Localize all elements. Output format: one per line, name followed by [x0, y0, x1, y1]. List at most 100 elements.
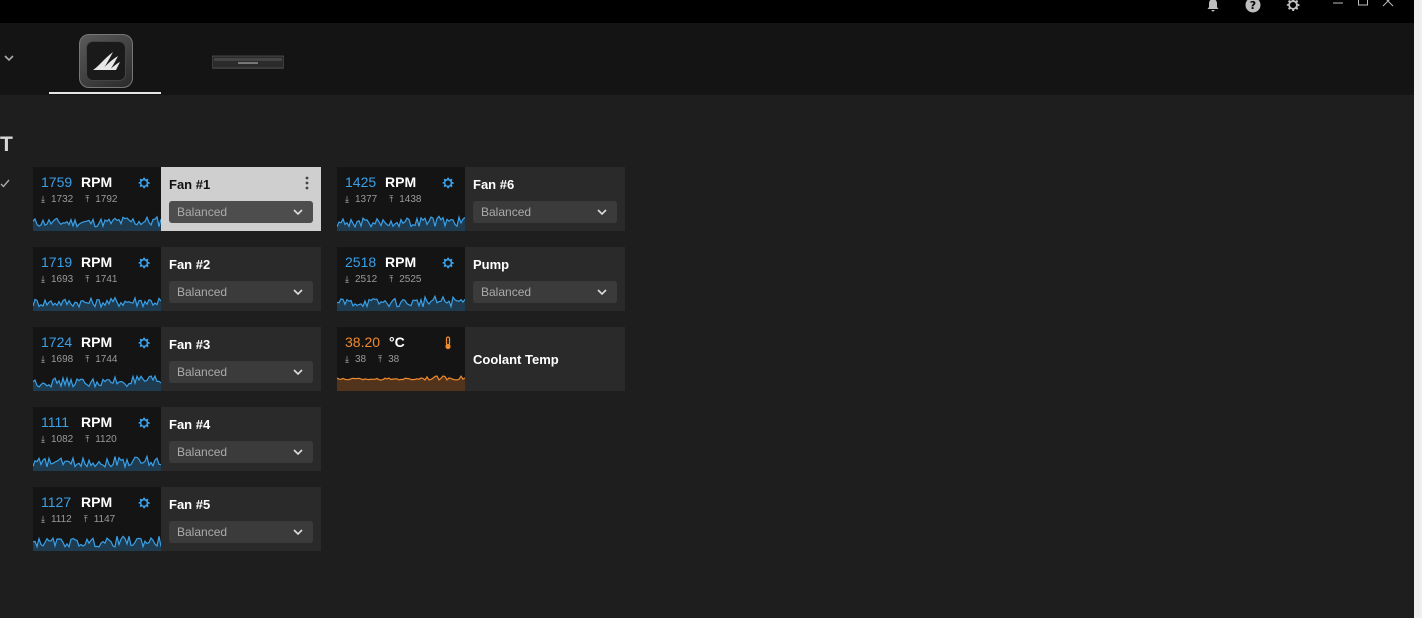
- sensor-max: 1120: [95, 434, 117, 445]
- mode-select-value: Balanced: [177, 365, 228, 379]
- sensor-min: 1082: [50, 434, 74, 445]
- max-icon: ⤒: [85, 274, 90, 284]
- thermometer-icon[interactable]: [441, 336, 455, 350]
- sensor-meter: 1425 RPM ⤓ 1377 ⤒ 1438: [337, 167, 465, 231]
- sensor-value: 1111: [41, 414, 70, 430]
- mode-select-value: Balanced: [177, 445, 228, 459]
- mode-select[interactable]: Balanced: [169, 201, 313, 223]
- sensor-panel[interactable]: Fan #2 Balanced: [161, 247, 321, 311]
- sensor-unit: °C: [389, 334, 405, 350]
- device-name: Coolant Temp: [473, 352, 559, 367]
- min-icon: ⤓: [41, 194, 45, 204]
- sensor-panel[interactable]: Fan #4 Balanced: [161, 407, 321, 471]
- sensor-card-fan1[interactable]: 1759 RPM ⤓ 1732 ⤒ 1792 Fan #1 Balanced: [33, 167, 321, 231]
- bell-icon[interactable]: [1204, 0, 1222, 14]
- chevron-down-icon[interactable]: [2, 51, 16, 65]
- sensor-card-pump[interactable]: 2518 RPM ⤓ 2512 ⤒ 2525 Pump Balanced: [337, 247, 625, 311]
- sensor-minmax: ⤓ 1698 ⤒ 1744: [41, 354, 117, 365]
- fan-settings-icon[interactable]: [441, 176, 455, 190]
- minimize-button[interactable]: [1331, 0, 1345, 11]
- window-edge: [1414, 0, 1422, 618]
- device-tab-cooler[interactable]: [79, 34, 133, 88]
- check-icon: [0, 179, 10, 188]
- sensor-sparkline: [33, 215, 161, 231]
- mode-select-value: Balanced: [177, 285, 228, 299]
- sensor-card-coolant[interactable]: 38.20 °C ⤓ 38 ⤒ 38 Coolant Temp: [337, 327, 625, 391]
- sensor-unit: RPM: [81, 254, 113, 270]
- sensor-min: 1698: [50, 354, 74, 365]
- device-name: Fan #2: [169, 257, 211, 272]
- sensor-value: 1719: [41, 254, 73, 270]
- mode-select[interactable]: Balanced: [473, 201, 617, 223]
- sensor-card-fan6[interactable]: 1425 RPM ⤓ 1377 ⤒ 1438 Fan #6 Balanced: [337, 167, 625, 231]
- sensor-sparkline: [337, 215, 465, 231]
- fan-settings-icon[interactable]: [137, 496, 151, 510]
- chevron-down-icon: [293, 369, 303, 376]
- sensor-unit: RPM: [81, 334, 113, 350]
- sensor-card-fan2[interactable]: 1719 RPM ⤓ 1693 ⤒ 1741 Fan #2 Balanced: [33, 247, 321, 311]
- chevron-down-icon: [293, 209, 303, 216]
- mode-select[interactable]: Balanced: [169, 441, 313, 463]
- help-icon[interactable]: ?: [1244, 0, 1262, 14]
- sensor-max: 38: [388, 354, 400, 365]
- sensor-sparkline: [33, 296, 161, 311]
- sensor-meter: 1127 RPM ⤓ 1112 ⤒ 1147: [33, 487, 161, 551]
- chevron-down-icon: [597, 289, 607, 296]
- sensor-panel[interactable]: Fan #5 Balanced: [161, 487, 321, 551]
- sensor-value: 1425: [345, 174, 377, 190]
- sensor-card-fan3[interactable]: 1724 RPM ⤓ 1698 ⤒ 1744 Fan #3 Balanced: [33, 327, 321, 391]
- section-title: T: [0, 133, 13, 156]
- fan-settings-icon[interactable]: [137, 256, 151, 270]
- mode-select[interactable]: Balanced: [169, 281, 313, 303]
- sensor-max: 1792: [95, 194, 118, 205]
- chevron-down-icon: [597, 209, 607, 216]
- sensor-value: 1724: [41, 334, 73, 350]
- sensor-minmax: ⤓ 1377 ⤒ 1438: [345, 194, 421, 205]
- chevron-down-icon: [293, 449, 303, 456]
- sensor-max: 1744: [95, 354, 118, 365]
- sensor-meter: 1719 RPM ⤓ 1693 ⤒ 1741: [33, 247, 161, 311]
- fan-settings-icon[interactable]: [137, 176, 151, 190]
- sensor-sparkline: [337, 375, 465, 391]
- sensor-panel[interactable]: Fan #3 Balanced: [161, 327, 321, 391]
- fan-settings-icon[interactable]: [137, 336, 151, 350]
- sensor-meter: 2518 RPM ⤓ 2512 ⤒ 2525: [337, 247, 465, 311]
- sensor-panel[interactable]: Fan #6 Balanced: [465, 167, 625, 231]
- sensor-minmax: ⤓ 1732 ⤒ 1792: [41, 194, 117, 205]
- mode-select[interactable]: Balanced: [169, 521, 313, 543]
- sensor-panel[interactable]: Fan #1 Balanced: [161, 167, 321, 231]
- sensor-meter: 38.20 °C ⤓ 38 ⤒ 38: [337, 327, 465, 391]
- sparkline-area: [337, 296, 465, 311]
- min-icon: ⤓: [41, 274, 45, 284]
- sensor-unit: RPM: [81, 414, 113, 430]
- pump-settings-icon[interactable]: [441, 256, 455, 270]
- sensor-sparkline: [33, 454, 161, 471]
- min-icon: ⤓: [345, 354, 349, 364]
- sensor-min: 38: [354, 354, 367, 365]
- sensor-panel[interactable]: Pump Balanced: [465, 247, 625, 311]
- mode-select[interactable]: Balanced: [473, 281, 617, 303]
- more-options-icon[interactable]: [305, 176, 309, 190]
- fan-settings-icon[interactable]: [137, 416, 151, 430]
- maximize-button[interactable]: [1356, 0, 1370, 11]
- svg-text:?: ?: [1250, 0, 1256, 12]
- mode-select-value: Balanced: [481, 205, 532, 219]
- max-icon: ⤒: [389, 274, 394, 284]
- sensor-max: 2525: [399, 274, 422, 285]
- mode-select[interactable]: Balanced: [169, 361, 313, 383]
- sensor-meter: 1759 RPM ⤓ 1732 ⤒ 1792: [33, 167, 161, 231]
- sensor-card-fan4[interactable]: 1111 RPM ⤓ 1082 ⤒ 1120 Fan #4 Balanced: [33, 407, 321, 471]
- sensor-minmax: ⤓ 2512 ⤒ 2525: [345, 274, 421, 285]
- device-name: Fan #4: [169, 417, 211, 432]
- gear-icon[interactable]: [1284, 0, 1302, 14]
- close-button[interactable]: [1381, 0, 1395, 11]
- mode-select-value: Balanced: [177, 205, 228, 219]
- chevron-down-icon: [293, 289, 303, 296]
- sensor-sparkline: [337, 294, 465, 311]
- sensor-minmax: ⤓ 1693 ⤒ 1741: [41, 274, 117, 285]
- sensor-card-fan5[interactable]: 1127 RPM ⤓ 1112 ⤒ 1147 Fan #5 Balanced: [33, 487, 321, 551]
- ram-stick-icon[interactable]: [212, 54, 284, 70]
- sensor-panel[interactable]: Coolant Temp: [465, 327, 625, 391]
- max-icon: ⤒: [85, 434, 90, 444]
- sensor-max: 1438: [399, 194, 422, 205]
